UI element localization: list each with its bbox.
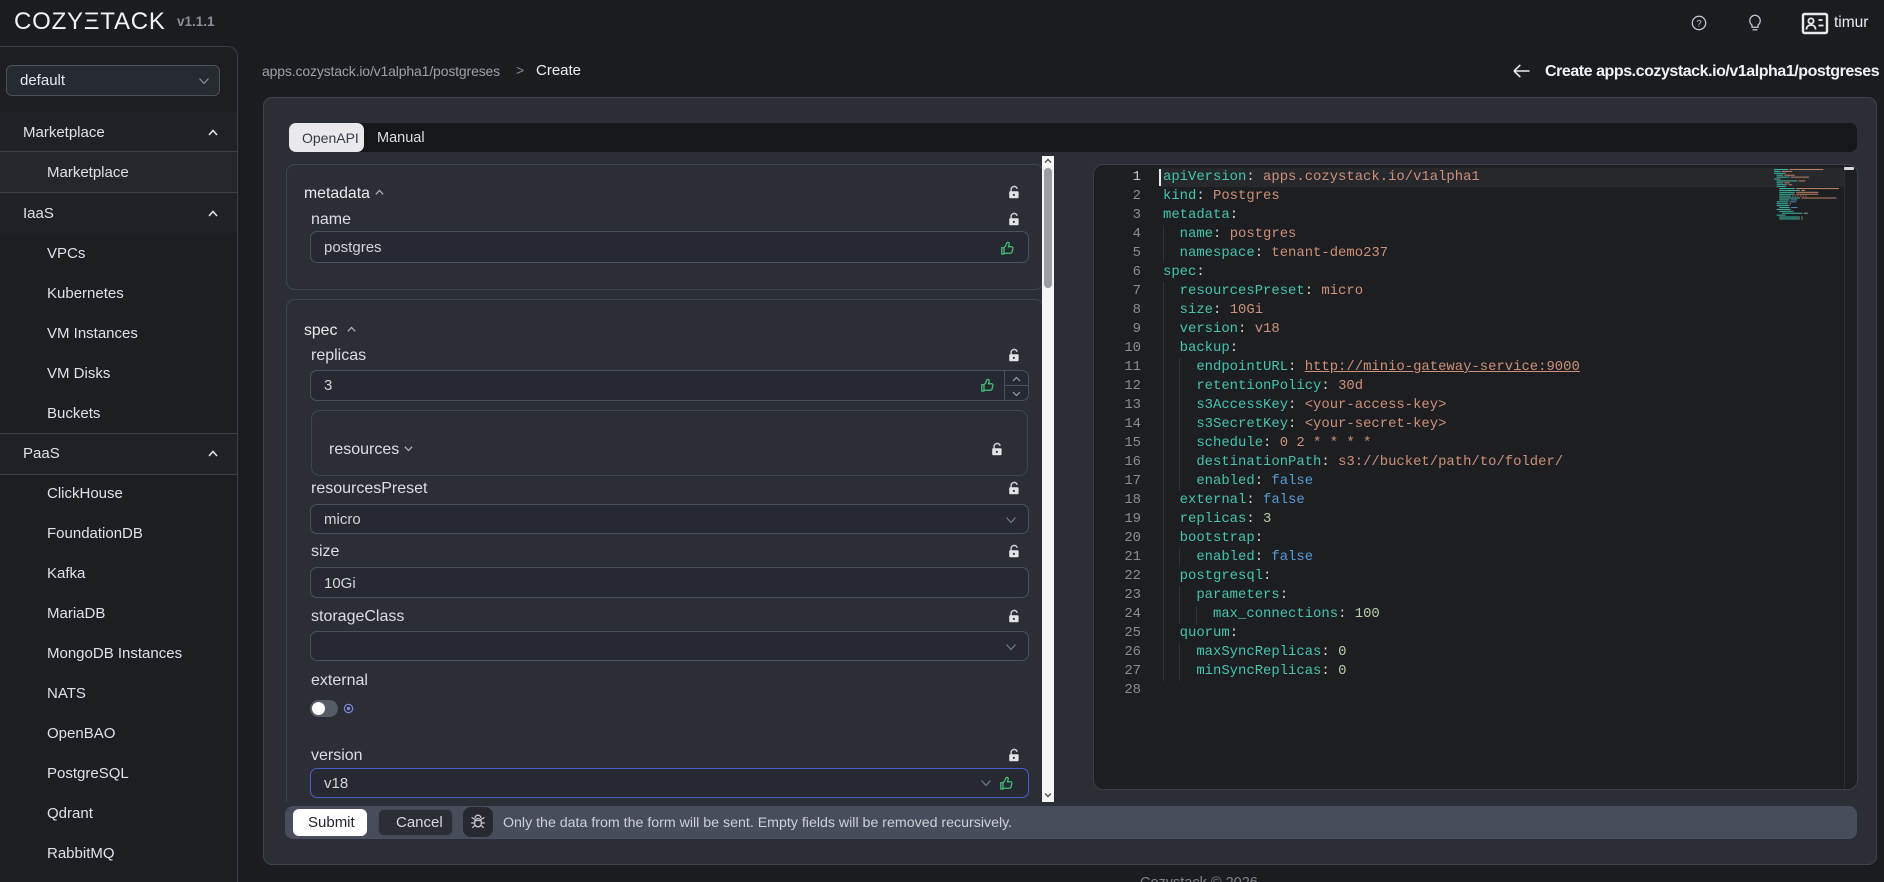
svg-text:?: ?: [1696, 18, 1701, 29]
